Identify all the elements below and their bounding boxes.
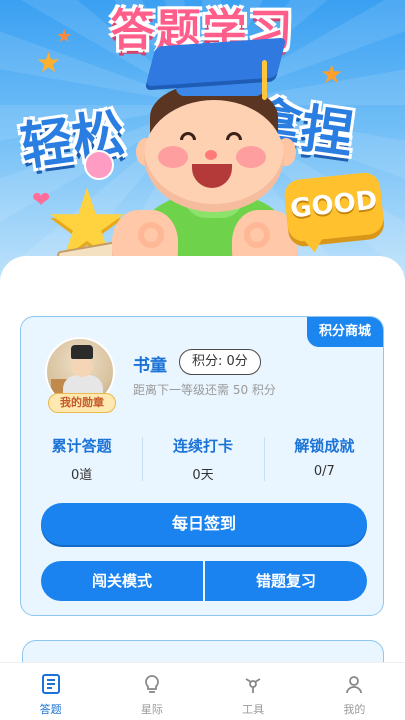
stat-value: 0/7 xyxy=(313,464,335,479)
challenge-mode-button[interactable]: 闯关模式 xyxy=(41,561,203,601)
stat-label: 连续打卡 xyxy=(172,437,233,455)
stat-achievements[interactable]: 解锁成就 0/7 xyxy=(263,435,383,483)
stat-label: 解锁成就 xyxy=(294,437,355,455)
hero-banner: 答题学习 ★ ★ ★ ❤ 轻松 拿捏 ★ GOOD xyxy=(0,0,405,300)
level-hint: 距离下一等级还需 50 积分 xyxy=(133,383,276,397)
nav-label: 星际 xyxy=(140,703,163,716)
mascot-nose xyxy=(205,150,217,160)
mascot-cheek xyxy=(236,146,266,168)
wrong-answer-review-button[interactable]: 错题复习 xyxy=(203,561,367,601)
stats-row: 累计答题 0道 连续打卡 0天 解锁成就 0/7 xyxy=(21,435,383,483)
quiz-icon xyxy=(41,674,60,694)
bottom-nav: 答题 星际 工具 我的 xyxy=(0,662,405,720)
tools-icon xyxy=(245,678,261,693)
points-badge: 积分: 0分 xyxy=(179,349,261,375)
mode-buttons: 闯关模式 错题复习 xyxy=(41,561,367,601)
nav-label: 答题 xyxy=(39,703,62,716)
star-icon: ★ xyxy=(320,60,344,90)
nav-label: 我的 xyxy=(343,703,366,716)
nav-item-galaxy[interactable]: 星际 xyxy=(101,663,202,720)
bulb-icon xyxy=(144,675,159,693)
ok-gesture-ring xyxy=(138,222,164,248)
stat-value: 0天 xyxy=(192,468,214,483)
points-mall-button[interactable]: 积分商城 xyxy=(307,317,383,347)
nav-item-profile[interactable]: 我的 xyxy=(304,663,405,720)
nav-label: 工具 xyxy=(242,703,265,716)
stat-streak[interactable]: 连续打卡 0天 xyxy=(142,435,263,483)
daily-checkin-button[interactable]: 每日签到 xyxy=(41,503,367,545)
avatar-hat xyxy=(71,345,93,359)
nav-item-tools[interactable]: 工具 xyxy=(203,663,304,720)
nav-item-quiz[interactable]: 答题 xyxy=(0,663,101,720)
good-speech-bubble: GOOD xyxy=(283,171,385,243)
username: 书童 xyxy=(133,356,167,376)
avatar-face xyxy=(71,357,93,377)
star-icon: ★ xyxy=(56,26,73,47)
mascot-cheek xyxy=(158,146,188,168)
cap-tassel xyxy=(262,60,267,100)
profile-card: 积分商城 我的勋章 书童 积分: 0分 距离下一等级还需 50 积分 累计答题 … xyxy=(20,316,384,616)
bubble-text: GOOD xyxy=(288,185,379,225)
my-medals-button[interactable]: 我的勋章 xyxy=(48,393,116,413)
star-icon: ★ xyxy=(36,46,62,79)
stat-total-answers[interactable]: 累计答题 0道 xyxy=(21,435,142,483)
stat-label: 累计答题 xyxy=(51,437,112,455)
profile-icon xyxy=(346,676,363,694)
stat-value: 0道 xyxy=(71,468,93,483)
ok-gesture-ring xyxy=(244,222,270,248)
